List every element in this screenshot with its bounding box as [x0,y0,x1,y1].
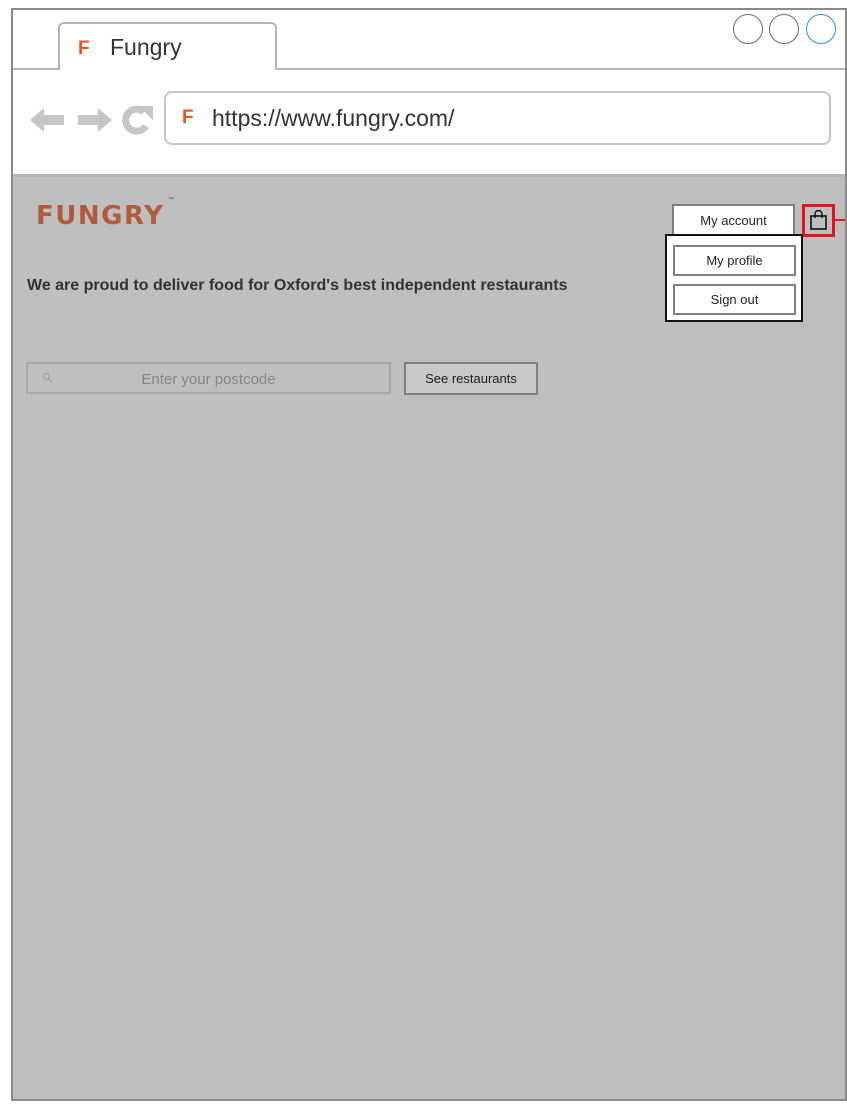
shopping-bag-icon [810,210,827,230]
forward-arrow-icon[interactable] [76,106,112,134]
window-button-2[interactable] [769,14,799,44]
postcode-search-input[interactable]: Enter your postcode [26,362,391,394]
back-arrow-icon[interactable] [30,106,66,134]
tagline: We are proud to deliver food for Oxford'… [27,277,568,294]
fungry-favicon-icon: F [78,38,90,59]
trademark-mark: ™ [168,197,174,203]
menu-item-sign-out[interactable]: Sign out [673,284,796,315]
my-account-button[interactable]: My account [672,204,795,237]
search-placeholder: Enter your postcode [141,371,276,388]
window-button-3[interactable] [806,14,836,44]
window-button-1[interactable] [733,14,763,44]
browser-tab[interactable]: F Fungry [58,22,277,70]
page-content: FUNGRY ™ We are proud to deliver food fo… [13,177,845,1099]
url-text: https://www.fungry.com/ [212,105,455,131]
cart-button[interactable] [802,204,835,237]
account-dropdown-menu: My profile Sign out [665,234,803,322]
annotation-connector [835,219,845,221]
tab-title: Fungry [110,34,182,60]
refresh-icon[interactable] [120,104,156,136]
menu-item-my-profile[interactable]: My profile [673,245,796,276]
see-restaurants-button[interactable]: See restaurants [404,362,538,395]
fungry-logo[interactable]: FUNGRY [36,201,164,231]
site-favicon-icon: F [182,107,194,128]
address-bar[interactable]: F https://www.fungry.com/ [164,91,831,145]
